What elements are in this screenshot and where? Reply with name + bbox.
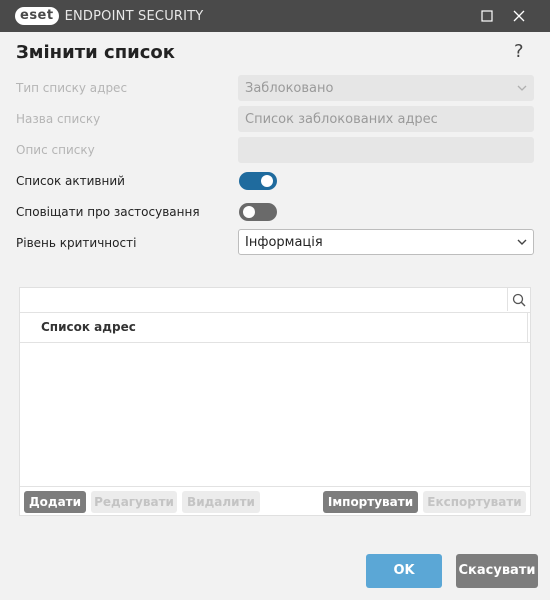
list-name-value: Список заблокованих адрес — [245, 112, 438, 127]
column-divider — [527, 312, 528, 342]
severity-select[interactable]: Інформація — [238, 229, 534, 255]
page-title: Змінити список — [16, 42, 176, 63]
severity-value: Інформація — [245, 235, 323, 250]
severity-label: Рівень критичності — [16, 236, 137, 250]
toggle-knob — [243, 206, 255, 218]
help-icon[interactable]: ? — [514, 41, 524, 62]
import-button[interactable]: Імпортувати — [323, 491, 418, 513]
list-type-value: Заблоковано — [245, 81, 334, 96]
notify-label: Сповіщати про застосування — [16, 205, 200, 219]
export-button[interactable]: Експортувати — [423, 491, 526, 513]
title-bar: eset ENDPOINT SECURITY — [0, 0, 550, 32]
close-icon — [513, 10, 525, 22]
address-list-rows[interactable] — [20, 343, 530, 486]
close-button[interactable] — [503, 0, 535, 32]
cancel-button[interactable]: Скасувати — [456, 554, 538, 588]
maximize-button[interactable] — [471, 0, 503, 32]
list-name-field: Список заблокованих адрес — [238, 106, 534, 132]
logo-brand: eset — [15, 7, 59, 25]
toggle-knob — [261, 175, 273, 187]
address-list-column-header[interactable]: Список адрес — [20, 312, 530, 343]
product-name: ENDPOINT SECURITY — [64, 8, 204, 24]
edit-button[interactable]: Редагувати — [91, 491, 177, 513]
maximize-icon — [481, 10, 493, 22]
list-active-label: Список активний — [16, 174, 125, 188]
list-search-bar[interactable] — [20, 288, 530, 313]
address-list-panel: Список адрес Додати Редагувати Видалити … — [19, 287, 531, 516]
list-description-label: Опис списку — [16, 143, 95, 157]
ok-button[interactable]: OK — [366, 554, 442, 588]
list-type-label: Тип списку адрес — [16, 81, 128, 95]
search-icon — [512, 293, 526, 306]
list-active-toggle[interactable] — [239, 172, 277, 190]
notify-toggle[interactable] — [239, 203, 277, 221]
delete-button[interactable]: Видалити — [182, 491, 260, 513]
column-header-label: Список адрес — [41, 320, 136, 334]
list-type-select: Заблоковано — [238, 75, 534, 101]
chevron-down-icon — [517, 85, 527, 91]
list-toolbar: Додати Редагувати Видалити Імпортувати Е… — [20, 486, 530, 516]
add-button[interactable]: Додати — [24, 491, 86, 513]
chevron-down-icon — [517, 239, 527, 245]
list-name-label: Назва списку — [16, 112, 101, 126]
search-button[interactable] — [507, 288, 530, 311]
list-description-field — [238, 137, 534, 163]
eset-logo: eset ENDPOINT SECURITY — [15, 7, 203, 25]
